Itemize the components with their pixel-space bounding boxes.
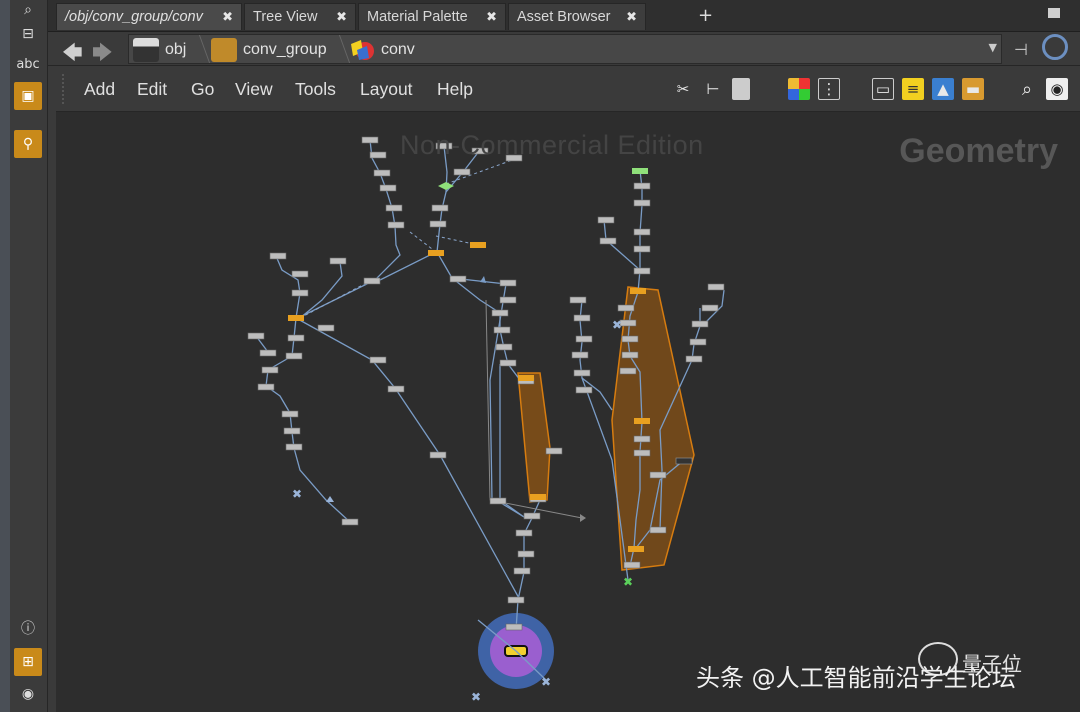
menu-layout[interactable]: Layout [360, 79, 413, 100]
svg-text:✖: ✖ [541, 675, 551, 689]
pin-tool-icon[interactable]: ⚲ [14, 130, 42, 158]
close-icon[interactable]: ✖ [336, 9, 347, 25]
crumb-separator [189, 35, 211, 63]
tab-label: Material Palette [367, 9, 468, 25]
link-target-icon[interactable] [1042, 34, 1068, 60]
chevron-down-icon[interactable]: ▼ [989, 41, 997, 54]
arrow-marker [326, 496, 334, 502]
close-icon[interactable]: ✖ [626, 9, 637, 25]
crumb-conv-group[interactable]: conv_group [211, 38, 327, 62]
tab-tree-view[interactable]: Tree View ✖ [244, 3, 356, 30]
crumb-label: obj [165, 41, 187, 58]
info-icon[interactable]: ⓘ [14, 614, 42, 642]
svg-text:✖: ✖ [292, 487, 302, 501]
dot-icon[interactable]: ▬ [962, 78, 984, 100]
context-label: Geometry [899, 132, 1058, 170]
pin-icon[interactable]: ⊣ [1014, 40, 1028, 59]
menu-tools[interactable]: Tools [295, 79, 336, 100]
pane-tab-bar: /obj/conv_group/conv ✖ Tree View ✖ Mater… [48, 0, 1080, 32]
crumb-label: conv [381, 41, 415, 58]
network-editor-canvas[interactable]: ✖ ✖ ✖ ✖ ✖ [56, 112, 1080, 712]
selected-nodes[interactable] [288, 168, 650, 552]
pane-menu-icon[interactable] [1048, 8, 1060, 18]
crumb-label: conv_group [243, 41, 327, 58]
crumb-obj[interactable]: obj [133, 38, 186, 62]
record-button-icon[interactable]: ⊟ [14, 20, 42, 48]
shape-palette-icon[interactable]: ⋮ [818, 78, 840, 100]
reference-wires [299, 157, 519, 319]
tab-asset-browser[interactable]: Asset Browser ✖ [508, 3, 646, 30]
clapboard-icon [133, 38, 159, 62]
menu-help[interactable]: Help [437, 79, 473, 100]
menu-add[interactable]: Add [84, 79, 115, 100]
tab-label: /obj/conv_group/conv [65, 9, 203, 25]
add-tab-button[interactable]: + [698, 5, 713, 26]
menu-view[interactable]: View [235, 79, 273, 100]
subnet-icon [211, 38, 237, 62]
arrow-marker [580, 514, 586, 522]
layout-grid-icon[interactable]: ⊞ [14, 648, 42, 676]
list-view-icon[interactable] [732, 78, 750, 100]
breadcrumb: obj conv_group conv ▼ [128, 34, 1002, 64]
network-box-left[interactable] [517, 372, 551, 503]
tab-label: Asset Browser [517, 9, 611, 25]
tree-layout-icon[interactable]: ⊢ [702, 78, 724, 100]
crumb-conv[interactable]: conv [349, 38, 415, 62]
geometry-icon [351, 40, 374, 60]
search-icon[interactable]: ⌕ [1016, 78, 1038, 100]
text-tool[interactable]: abc [14, 50, 42, 78]
svg-text:✖: ✖ [612, 318, 622, 332]
eye-icon[interactable]: ◉ [1046, 78, 1068, 100]
svg-text:✖: ✖ [623, 575, 633, 589]
crumb-separator [329, 35, 351, 63]
close-icon[interactable]: ✖ [486, 9, 497, 25]
arrow-marker [480, 276, 486, 283]
background-image-icon[interactable]: ▲ [932, 78, 954, 100]
node-graph[interactable]: ✖ ✖ ✖ ✖ ✖ [56, 112, 1080, 712]
close-icon[interactable]: ✖ [222, 9, 233, 25]
tab-label: Tree View [253, 9, 318, 25]
tab-material-palette[interactable]: Material Palette ✖ [358, 3, 506, 30]
viewport-edge-strip [0, 0, 10, 712]
wrench-icon[interactable]: ✂ [672, 78, 694, 100]
path-bar: 🡄 🡆 obj conv_group conv ▼ ⊣ [48, 32, 1080, 66]
tab-network-path[interactable]: /obj/conv_group/conv ✖ [56, 3, 242, 30]
credit-watermark: 头条 @人工智能前沿学生论坛 [696, 664, 1016, 692]
left-shelf: ⌕ ⊟ abc ▣ ⚲ ⓘ ⊞ ◉ [0, 0, 48, 712]
network-box-icon[interactable]: ▭ [872, 78, 894, 100]
color-palette-icon[interactable] [788, 78, 810, 100]
menu-go[interactable]: Go [191, 79, 214, 100]
sticky-note-icon[interactable]: ≡ [902, 78, 924, 100]
menu-edit[interactable]: Edit [137, 79, 167, 100]
network-menu-bar: Add Edit Go View Tools Layout Help ✂ ⊢ ⋮… [56, 66, 1080, 112]
toolbar-grip[interactable] [62, 74, 68, 104]
non-commercial-watermark: Non-Commercial Edition [400, 130, 704, 160]
picture-tool-icon[interactable]: ▣ [14, 82, 42, 110]
eye-icon[interactable]: ◉ [14, 680, 42, 708]
svg-text:✖: ✖ [471, 690, 481, 704]
